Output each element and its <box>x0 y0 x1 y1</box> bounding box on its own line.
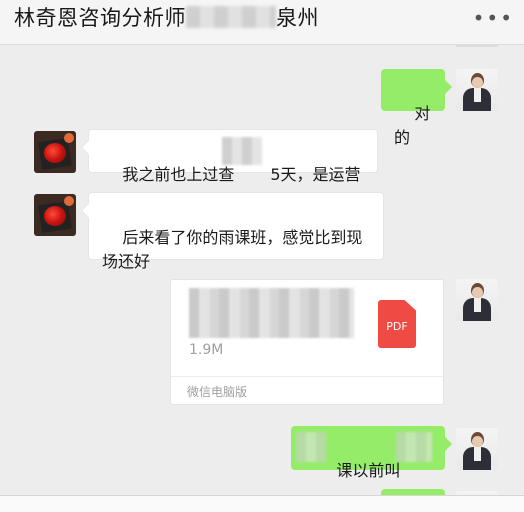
file-card-divider <box>171 376 443 377</box>
file-source-label: 微信电脑版 <box>187 385 248 399</box>
redacted-block <box>296 432 326 462</box>
message-text: 后来看了你的雨课班，感觉比到现场还好 <box>102 228 363 271</box>
redacted-block <box>396 432 432 462</box>
message-bubble-other[interactable]: 后来看了你的雨课班，感觉比到现场还好 <box>88 192 384 271</box>
message-text: 课以前叫 <box>336 461 401 480</box>
pdf-file-icon: PDF <box>378 300 416 348</box>
message-text: 对的 <box>394 104 431 147</box>
message-text: 我之前也上过查 <box>122 165 235 184</box>
avatar-me-partial <box>456 45 498 47</box>
title-suffix: 泉州 <box>276 6 319 30</box>
file-type-label: PDF <box>386 320 408 333</box>
title-prefix: 林奇恩咨询分析师 <box>14 6 186 30</box>
avatar-other[interactable] <box>34 194 76 236</box>
chat-title: 林奇恩咨询分析师 泉州 <box>14 4 319 32</box>
redacted-block <box>222 137 262 165</box>
file-size: 1.9M <box>189 342 224 358</box>
avatar-other[interactable] <box>34 131 76 173</box>
message-list[interactable]: 对的 我之前也上过查 5天，是运营 后来看了你的雨课班，感觉比到现场还好 1.9M… <box>0 45 524 495</box>
redacted-file-name <box>189 288 354 338</box>
message-text-after: 5天，是运营 <box>270 165 361 184</box>
more-dots-icon[interactable]: ••• <box>473 8 514 28</box>
avatar-me[interactable] <box>456 428 498 470</box>
avatar-me[interactable] <box>456 279 498 321</box>
redacted-title <box>186 6 276 28</box>
chat-header: 林奇恩咨询分析师 泉州 ••• <box>0 0 524 45</box>
message-bubble-me[interactable]: 对的 <box>381 69 445 147</box>
file-message-card[interactable]: 1.9M PDF 微信电脑版 <box>170 279 444 405</box>
bottom-bar <box>0 495 524 512</box>
avatar-me[interactable] <box>456 69 498 111</box>
